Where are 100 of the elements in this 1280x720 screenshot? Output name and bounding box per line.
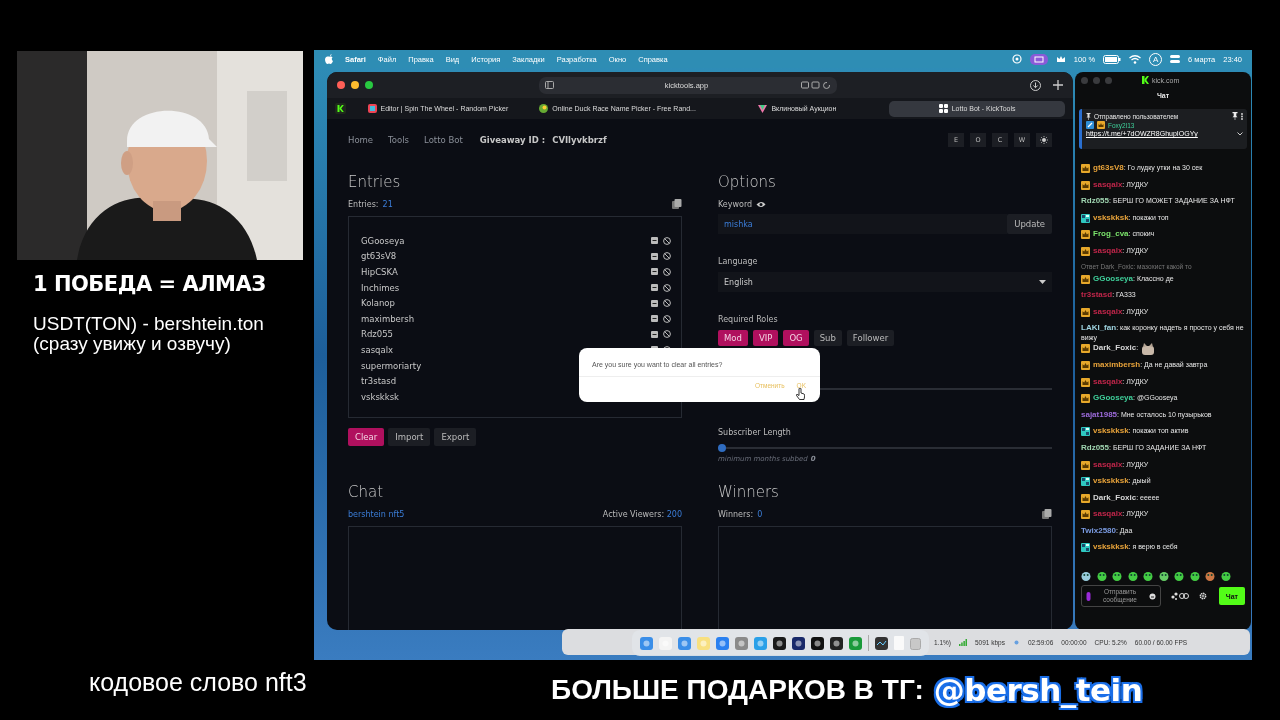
update-button[interactable]: Update	[1007, 214, 1052, 234]
copy-icon[interactable]	[672, 199, 682, 209]
role-toggle[interactable]: Follower	[846, 330, 895, 346]
crown-icon[interactable]	[1055, 54, 1066, 64]
minus-square-icon[interactable]	[651, 299, 658, 307]
promo-caption: БОЛЬШЕ ПОДАРКОВ В ТГ:	[551, 674, 924, 706]
entries-label: Entries:	[348, 199, 379, 209]
app-icon[interactable]	[811, 636, 824, 650]
ban-icon[interactable]	[663, 283, 671, 292]
theme-button[interactable]	[1036, 133, 1052, 147]
minus-square-icon[interactable]	[651, 252, 658, 260]
minus-square-icon[interactable]	[651, 284, 658, 292]
minus-square-icon[interactable]	[651, 330, 658, 338]
favicon-icon	[539, 104, 549, 113]
minus-square-icon[interactable]	[651, 237, 658, 245]
new-tab-icon[interactable]	[1053, 80, 1063, 90]
winners-label: Winners:	[718, 509, 754, 519]
language-label: Language	[718, 257, 759, 268]
frog-emote-icon[interactable]	[1174, 571, 1184, 581]
nav-link[interactable]: Lotto Bot	[424, 135, 463, 145]
download-icon[interactable]	[1030, 79, 1041, 91]
action-button[interactable]: Import	[388, 428, 431, 446]
emoji-icon[interactable]	[1149, 592, 1156, 600]
giveaway-id: CVIlyvkbrzf	[552, 135, 607, 145]
wifi-icon[interactable]	[1129, 54, 1142, 64]
status-circle-icon[interactable]	[1011, 54, 1022, 64]
chevron-down-icon[interactable]	[1237, 131, 1243, 136]
pin-icon[interactable]	[1232, 112, 1238, 120]
frog-emote-icon[interactable]	[1143, 571, 1153, 581]
frog-emote-icon[interactable]	[1112, 571, 1122, 581]
favicon-icon	[758, 104, 768, 113]
viewers-label: Active Viewers:	[602, 509, 666, 519]
entries-count: 21	[382, 199, 393, 209]
nav-link[interactable]: Home	[348, 135, 374, 145]
donation-note: (сразу увижу и озвучу)	[33, 334, 232, 354]
role-toggle[interactable]: OG	[783, 330, 809, 346]
entry-name: Inchimes	[361, 282, 400, 293]
entry-name: sasqalx	[361, 344, 394, 355]
winners-count: 0	[757, 509, 763, 519]
frog-emote-icon[interactable]	[1127, 571, 1138, 581]
copy-icon[interactable]	[1042, 509, 1052, 519]
role-toggle[interactable]: Mod	[718, 330, 748, 346]
minus-square-icon[interactable]	[651, 315, 658, 323]
pin-icon	[1086, 112, 1091, 120]
settings-icon[interactable]	[1199, 592, 1207, 600]
subscriber-label: Subscriber Length	[718, 428, 792, 439]
app-icon[interactable]	[792, 636, 805, 650]
battery-icon[interactable]	[1103, 54, 1122, 64]
entry-name: tr3stasd	[361, 376, 397, 387]
code-word-caption: кодовое слово nft3	[89, 668, 307, 697]
frog-emote-icon[interactable]	[1205, 571, 1215, 581]
keyword-field[interactable]: mishka	[718, 214, 1008, 234]
ban-icon[interactable]	[663, 299, 671, 308]
frog-emote-icon[interactable]	[1096, 571, 1107, 581]
entry-name: Rdz055	[361, 329, 393, 340]
action-button[interactable]: Export	[434, 428, 477, 446]
eye-icon[interactable]	[756, 200, 767, 208]
entry-name: HipCSKA	[361, 267, 398, 277]
control-center-icon[interactable]	[1170, 54, 1181, 64]
action-button[interactable]: Clear	[348, 428, 385, 446]
sun-icon	[1040, 136, 1048, 144]
language-select[interactable]: English	[718, 272, 1052, 292]
entry-name: supermoriarty	[361, 360, 422, 371]
entry-name: vskskksk	[361, 391, 399, 402]
donation-line: USDT(TON) - bershtein.ton	[33, 314, 265, 334]
kick-logo-icon	[1142, 76, 1149, 84]
overlay-headline: 1 ПОБЕДА = АЛМАЗ	[33, 272, 266, 296]
signal-icon	[959, 638, 967, 646]
roles-label: Required Roles	[718, 315, 779, 326]
sidebar-icon	[545, 81, 554, 89]
stream-status-icon	[1013, 639, 1020, 645]
connections-icon[interactable]	[1171, 592, 1189, 600]
nav-link[interactable]: Tools	[388, 135, 410, 145]
minus-square-icon[interactable]	[651, 268, 658, 276]
minimize-button[interactable]	[351, 81, 359, 89]
favicon-icon	[938, 104, 948, 113]
app-icon[interactable]	[830, 636, 843, 650]
section-title: Chat	[348, 483, 385, 503]
channel-link[interactable]: bershtein nft5	[348, 509, 405, 519]
ban-icon[interactable]	[663, 268, 671, 276]
ban-icon[interactable]	[663, 314, 671, 323]
app-icon[interactable]	[875, 636, 888, 650]
entry-name: gt63sV8	[361, 251, 397, 262]
sword-badge-icon	[1086, 121, 1094, 129]
role-toggle[interactable]: VIP	[752, 330, 779, 346]
frog-emote-icon[interactable]	[1158, 571, 1169, 581]
close-button[interactable]	[337, 81, 345, 89]
ban-icon[interactable]	[663, 252, 671, 261]
slider-thumb[interactable]	[718, 444, 726, 452]
frog-emote-icon[interactable]	[1220, 571, 1231, 581]
keyword-label: Keyword	[718, 199, 753, 209]
ban-icon[interactable]	[663, 236, 671, 245]
zoom-button[interactable]	[365, 81, 373, 89]
frog-emote-icon[interactable]	[1081, 571, 1091, 581]
app-icon[interactable]	[773, 636, 786, 650]
role-toggle[interactable]: Sub	[813, 330, 842, 346]
ban-icon[interactable]	[663, 330, 671, 339]
kick-logo-icon	[335, 103, 346, 114]
frog-emote-icon[interactable]	[1189, 571, 1200, 581]
promo-handle: @bersh_tein	[933, 672, 1143, 708]
